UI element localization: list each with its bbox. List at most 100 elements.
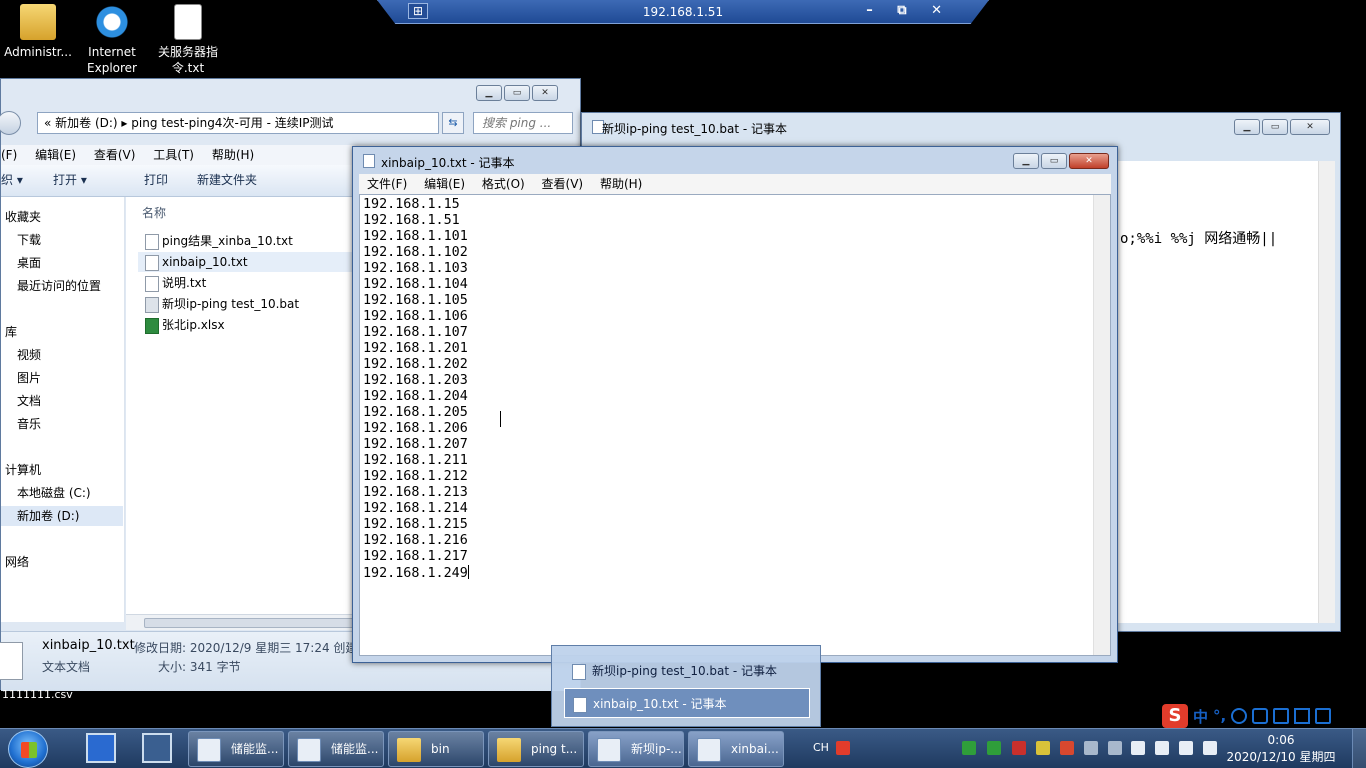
maximize-button[interactable]: ▭	[1041, 153, 1067, 169]
taskbar-button[interactable]: xinbai...	[688, 731, 784, 767]
taskbar-button[interactable]: 新坝ip-...	[588, 731, 684, 767]
tray-app-icon[interactable]	[1084, 741, 1098, 755]
nav-videos[interactable]: 视频	[1, 345, 123, 365]
nav-pictures[interactable]: 图片	[1, 368, 123, 388]
menu-view[interactable]: 查看(V)	[542, 177, 584, 191]
nav-libraries[interactable]: 库	[1, 322, 123, 342]
remote-window-controls[interactable]: – ⧉ ✕	[866, 3, 952, 18]
back-button[interactable]	[0, 111, 21, 135]
refresh-icon[interactable]: ⇆	[442, 112, 464, 134]
server-manager-icon[interactable]	[142, 733, 172, 763]
file-item[interactable]: 说明.txt	[138, 273, 352, 293]
tray-app-icon[interactable]	[962, 741, 976, 755]
taskbar-button[interactable]: 储能监...	[288, 731, 384, 767]
text-line: 192.168.1.217	[363, 549, 468, 564]
tray-app-icon[interactable]	[1108, 741, 1122, 755]
caption-buttons: ▁ ▭ ✕	[1013, 153, 1109, 169]
taskbar-notepad-popup: 新坝ip-ping test_10.bat - 记事本 xinbaip_10.t…	[551, 645, 821, 727]
menu-format[interactable]: 格式(O)	[482, 177, 525, 191]
nav-recent-places[interactable]: 最近访问的位置	[1, 276, 123, 296]
toolbox-icon[interactable]	[1315, 708, 1332, 724]
new-folder-button[interactable]: 新建文件夹	[197, 165, 257, 195]
minimize-button[interactable]: ▁	[1013, 153, 1039, 169]
taskbar-button[interactable]: ping t...	[488, 731, 584, 767]
keyboard-icon[interactable]	[1273, 708, 1290, 724]
speaker-icon[interactable]	[1131, 741, 1145, 755]
horizontal-scrollbar[interactable]	[126, 614, 364, 630]
column-header-name[interactable]: 名称	[142, 204, 166, 221]
action-center-icon[interactable]	[1179, 741, 1193, 755]
tray-app-icon[interactable]	[1060, 741, 1074, 755]
microphone-icon[interactable]	[1252, 708, 1269, 724]
file-item[interactable]: xinbaip_10.txt	[138, 252, 352, 272]
nav-favorites[interactable]: 收藏夹	[1, 207, 123, 227]
nav-music[interactable]: 音乐	[1, 414, 123, 434]
menu-file[interactable]: (F)	[1, 148, 17, 162]
nav-computer[interactable]: 计算机	[1, 460, 123, 480]
skin-icon[interactable]	[1294, 708, 1311, 724]
close-button[interactable]: ✕	[1290, 119, 1330, 135]
folder-icon	[497, 738, 521, 762]
nav-documents[interactable]: 文档	[1, 391, 123, 411]
close-button[interactable]: ✕	[532, 85, 558, 101]
volume-icon[interactable]	[1203, 741, 1217, 755]
desktop-icon-internet-explorer[interactable]: Internet Explorer	[74, 4, 150, 76]
desktop-icon-label: Internet Explorer	[87, 45, 137, 75]
maximize-button[interactable]: ▭	[504, 85, 530, 101]
ime-mode[interactable]: 中	[1193, 706, 1208, 727]
organize-button[interactable]: 织 ▾	[1, 165, 23, 195]
nav-network[interactable]: 网络	[1, 552, 123, 572]
vertical-scrollbar[interactable]	[1318, 161, 1335, 623]
minimize-button[interactable]: ▁	[1234, 119, 1260, 135]
folder-icon	[397, 738, 421, 762]
print-button[interactable]: 打印	[144, 165, 168, 195]
search-input[interactable]: 搜索 ping ...	[473, 112, 573, 134]
nav-desktop[interactable]: 桌面	[1, 253, 123, 273]
desktop-icon-administrator[interactable]: Administr...	[0, 4, 76, 60]
nav-downloads[interactable]: 下载	[1, 230, 123, 250]
desktop-icon-label: Administr...	[4, 45, 72, 59]
maximize-button[interactable]: ▭	[1262, 119, 1288, 135]
menu-file[interactable]: 文件(F)	[367, 177, 407, 191]
minimize-button[interactable]: ▁	[476, 85, 502, 101]
tray-app-icon[interactable]	[1012, 741, 1026, 755]
system-clock[interactable]: 0:06 2020/12/10 星期四	[1226, 732, 1336, 766]
desktop-icon-shutdown-txt[interactable]: 关服务器指令.txt	[150, 4, 226, 76]
tray-app-icon[interactable]	[1036, 741, 1050, 755]
taskbar-button[interactable]: bin	[388, 731, 484, 767]
open-button[interactable]: 打开 ▾	[53, 165, 87, 195]
close-button[interactable]: ✕	[1069, 153, 1109, 169]
text-line: 192.168.1.207	[363, 437, 468, 452]
ime-punctuation[interactable]: °,	[1213, 707, 1226, 725]
show-desktop-quick-icon[interactable]	[86, 733, 116, 763]
menu-help[interactable]: 帮助(H)	[212, 148, 254, 162]
scrollbar-thumb[interactable]	[144, 618, 364, 628]
address-bar[interactable]: « 新加卷 (D:) ▸ ping test-ping4次-可用 - 连续IP测…	[37, 112, 439, 134]
emoji-icon[interactable]	[1231, 708, 1248, 724]
popup-item-txt[interactable]: xinbaip_10.txt - 记事本	[564, 688, 810, 718]
file-item[interactable]: ping结果_xinba_10.txt	[138, 231, 352, 251]
start-button[interactable]	[8, 730, 48, 768]
menu-tools[interactable]: 工具(T)	[153, 148, 194, 162]
app-window-icon	[297, 738, 321, 762]
language-indicator[interactable]: CH	[813, 741, 829, 754]
nav-volume-d[interactable]: 新加卷 (D:)	[1, 506, 123, 526]
vertical-scrollbar[interactable]	[1093, 195, 1110, 655]
text-line: 192.168.1.203	[363, 373, 468, 388]
menu-edit[interactable]: 编辑(E)	[424, 177, 465, 191]
sogou-logo[interactable]: S	[1162, 704, 1188, 728]
popup-item-bat[interactable]: 新坝ip-ping test_10.bat - 记事本	[564, 656, 810, 686]
show-desktop-button[interactable]	[1352, 729, 1366, 768]
tray-app-icon[interactable]	[987, 741, 1001, 755]
sogou-tray-icon[interactable]	[836, 741, 850, 755]
taskbar-button[interactable]: 储能监...	[188, 731, 284, 767]
text-area[interactable]: 192.168.1.15 192.168.1.51 192.168.1.101 192…	[359, 194, 1111, 656]
file-item[interactable]: 新坝ip-ping test_10.bat	[138, 294, 352, 314]
file-item[interactable]: 张北ip.xlsx	[138, 315, 352, 335]
network-icon[interactable]	[1155, 741, 1169, 755]
menu-edit[interactable]: 编辑(E)	[35, 148, 76, 162]
menu-help[interactable]: 帮助(H)	[600, 177, 642, 191]
text-file-icon	[174, 4, 202, 40]
menu-view[interactable]: 查看(V)	[94, 148, 136, 162]
nav-local-disk-c[interactable]: 本地磁盘 (C:)	[1, 483, 123, 503]
